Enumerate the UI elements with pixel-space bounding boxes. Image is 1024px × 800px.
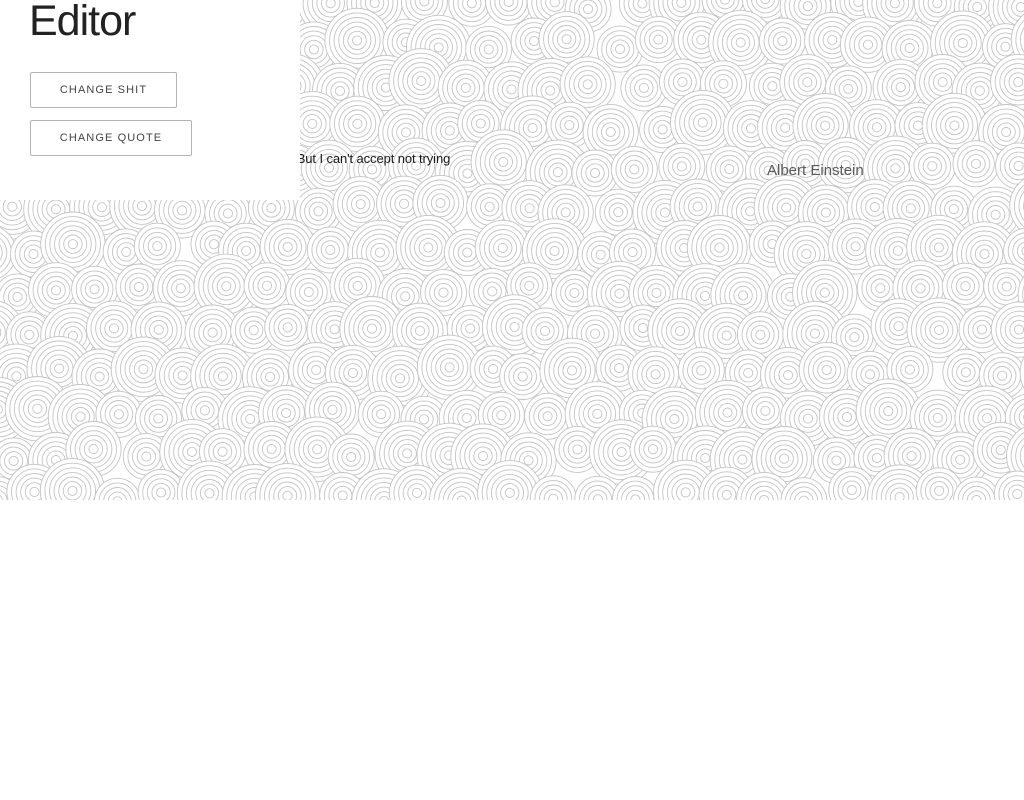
page: I can accept failure, everyone fails at … bbox=[0, 0, 1024, 800]
editor-title: Editor bbox=[29, 0, 136, 45]
change-shit-button[interactable]: CHANGE SHIT bbox=[30, 72, 177, 108]
quote-author: Albert Einstein bbox=[767, 162, 864, 179]
concentric-circle bbox=[952, 140, 1000, 188]
blank-area bbox=[0, 500, 1024, 800]
concentric-circle bbox=[243, 262, 291, 310]
concentric-circle bbox=[264, 303, 312, 351]
concentric-circle bbox=[990, 301, 1024, 358]
change-quote-button[interactable]: CHANGE QUOTE bbox=[30, 120, 192, 156]
editor-panel: Editor CHANGE SHIT CHANGE QUOTE bbox=[0, 0, 300, 200]
